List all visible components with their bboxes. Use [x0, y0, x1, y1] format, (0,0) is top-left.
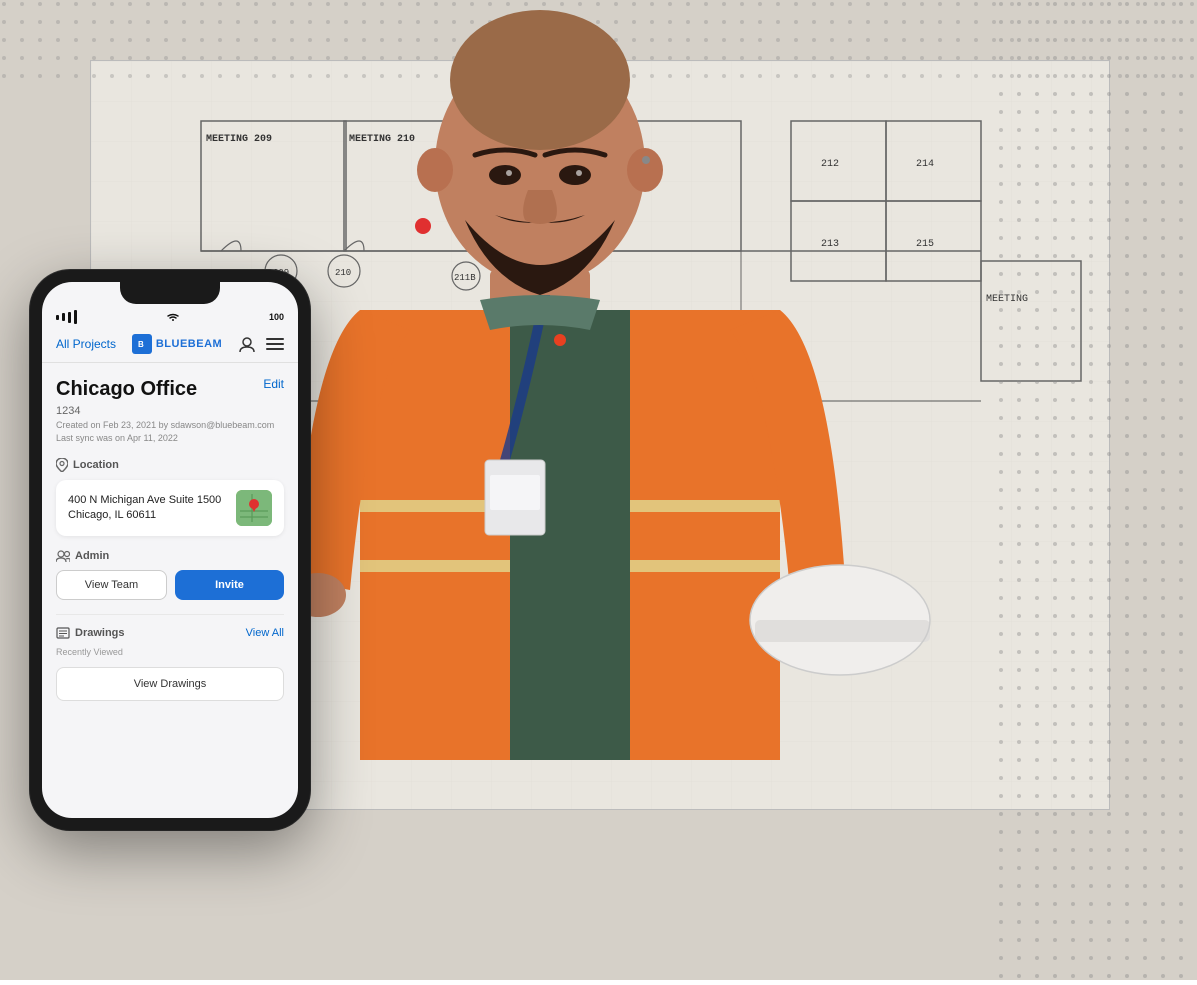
signal-bars — [56, 310, 77, 324]
project-created: Created on Feb 23, 2021 by sdawson@blueb… — [56, 419, 284, 444]
phone-frame: 100 All Projects B BLUEBEAM — [30, 270, 310, 830]
menu-icon[interactable] — [266, 337, 284, 351]
view-all-link[interactable]: View All — [246, 627, 284, 639]
map-thumbnail[interactable] — [236, 490, 272, 526]
location-icon — [56, 458, 68, 472]
phone-nav: All Projects B BLUEBEAM — [42, 330, 298, 363]
admin-buttons: View Team Invite — [56, 570, 284, 600]
location-card: 400 N Michigan Ave Suite 1500 Chicago, I… — [56, 480, 284, 536]
drawings-icon — [56, 627, 70, 639]
phone-notch — [120, 282, 220, 304]
logo-icon: B — [132, 334, 152, 354]
wifi-icon — [166, 312, 180, 322]
drawings-section: Drawings View All Recently Viewed View D… — [56, 614, 284, 701]
location-section-label: Location — [56, 458, 284, 472]
svg-text:MEETING 209: MEETING 209 — [206, 134, 272, 145]
project-title: Chicago Office — [56, 377, 197, 401]
phone-screen: 100 All Projects B BLUEBEAM — [42, 282, 298, 818]
signal-bar-4 — [74, 310, 77, 324]
map-svg — [236, 490, 272, 526]
nav-icons — [238, 335, 284, 353]
admin-section: Admin View Team Invite — [56, 550, 284, 600]
all-projects-link[interactable]: All Projects — [56, 337, 116, 351]
admin-section-label: Admin — [56, 550, 284, 562]
phone-content: Chicago Office Edit 1234 Created on Feb … — [42, 363, 298, 715]
bluebeam-logo: B BLUEBEAM — [132, 334, 222, 354]
phone-mockup: 100 All Projects B BLUEBEAM — [30, 270, 310, 830]
worker-illustration — [280, 0, 1060, 980]
worker-photo — [280, 0, 1060, 980]
project-header: Chicago Office Edit — [56, 377, 284, 401]
signal-bar-3 — [68, 312, 71, 323]
drawings-label: Drawings — [56, 627, 125, 639]
view-team-button[interactable]: View Team — [56, 570, 167, 600]
svg-text:B: B — [138, 340, 144, 349]
profile-icon[interactable] — [238, 335, 256, 353]
signal-bar-2 — [62, 313, 65, 321]
signal-bar-1 — [56, 315, 59, 320]
invite-button[interactable]: Invite — [175, 570, 284, 600]
admin-icon — [56, 550, 70, 562]
view-drawings-button[interactable]: View Drawings — [56, 667, 284, 701]
edit-button[interactable]: Edit — [263, 377, 284, 391]
recently-viewed-label: Recently Viewed — [56, 647, 284, 657]
drawings-header: Drawings View All — [56, 627, 284, 639]
battery-text: 100 — [269, 312, 284, 322]
logo-text: BLUEBEAM — [156, 338, 222, 350]
location-address: 400 N Michigan Ave Suite 1500 Chicago, I… — [68, 493, 221, 524]
bb-logo-svg: B — [135, 337, 149, 351]
project-id: 1234 — [56, 405, 284, 417]
